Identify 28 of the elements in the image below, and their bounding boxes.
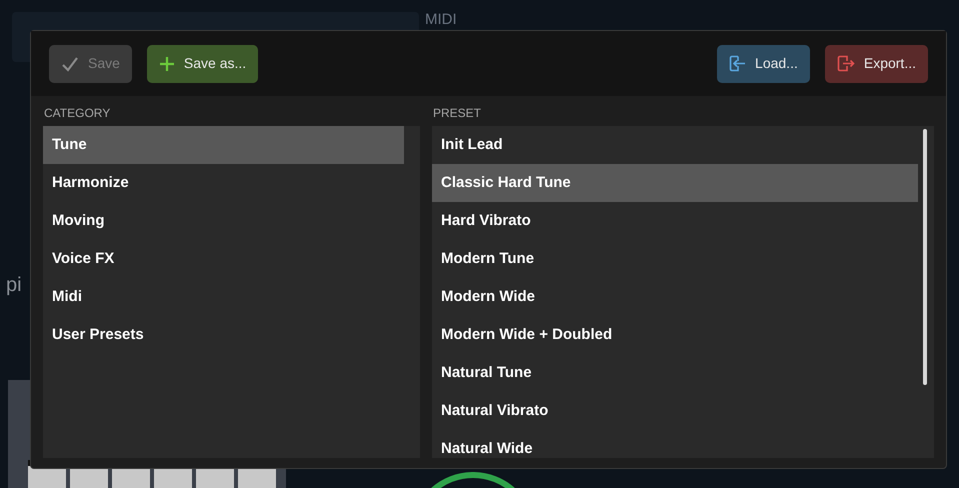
export-button[interactable]: Export... xyxy=(824,44,928,82)
list-item[interactable]: Modern Tune xyxy=(432,240,918,278)
list-item[interactable]: Moving xyxy=(43,202,404,240)
list-item[interactable]: Hard Vibrato xyxy=(432,202,918,240)
list-item[interactable]: Classic Hard Tune xyxy=(432,164,918,202)
knob-icon xyxy=(430,472,516,488)
plus-icon xyxy=(158,56,175,72)
list-item[interactable]: Voice FX xyxy=(43,240,404,278)
sign-in-icon xyxy=(729,55,746,72)
save-as-button[interactable]: Save as... xyxy=(146,44,258,82)
list-item[interactable]: Tune xyxy=(43,126,404,164)
load-button[interactable]: Load... xyxy=(717,44,810,82)
column-heading: CATEGORY xyxy=(43,105,112,122)
sign-out-icon xyxy=(836,55,855,72)
list-item[interactable]: Natural Wide xyxy=(432,430,918,458)
background-label: MIDI xyxy=(425,12,457,27)
scrollbar-thumb[interactable] xyxy=(923,129,927,385)
checkmark-icon xyxy=(61,56,79,72)
list-item[interactable]: Midi xyxy=(43,278,404,316)
column-heading: PRESET xyxy=(432,105,482,122)
list-item[interactable]: Natural Vibrato xyxy=(432,392,918,430)
list-item[interactable]: Init Lead xyxy=(432,126,918,164)
background-label: pi xyxy=(6,273,22,298)
list-item[interactable]: Modern Wide + Doubled xyxy=(432,316,918,354)
list-item[interactable]: User Presets xyxy=(43,316,404,354)
list-item[interactable]: Natural Tune xyxy=(432,354,918,392)
list-item[interactable]: Harmonize xyxy=(43,164,404,202)
list-item[interactable]: Modern Wide xyxy=(432,278,918,316)
